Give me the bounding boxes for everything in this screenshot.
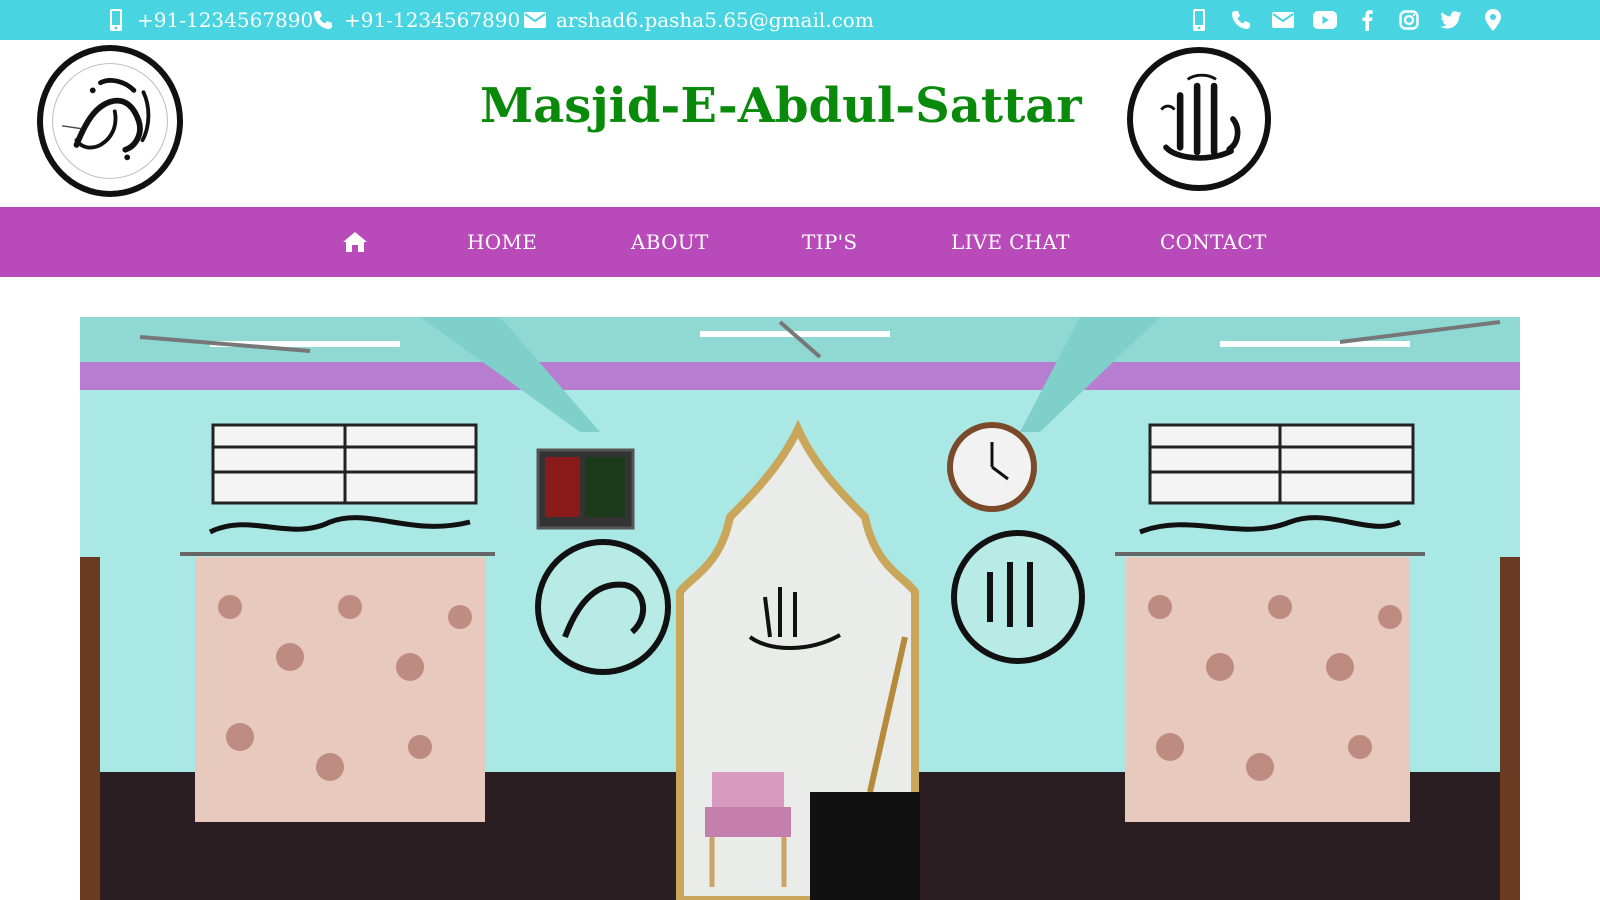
calligraphy-icon [1160, 73, 1241, 161]
contact-email[interactable]: arshad6.pasha5.65@gmail.com [524, 0, 874, 40]
facebook-icon[interactable] [1355, 8, 1379, 32]
contact-phone-1[interactable]: +91-1234567890 [105, 0, 313, 40]
envelope-icon [524, 9, 546, 31]
calligraphy-icon [52, 63, 168, 179]
phone-1-text: +91-1234567890 [137, 8, 314, 32]
nav-tips[interactable]: TIP'S [802, 207, 857, 277]
nav-home[interactable]: HOME [467, 207, 537, 277]
social-icons [1187, 0, 1505, 40]
mobile-icon[interactable] [1187, 8, 1211, 32]
phone-2-text: +91-1234567890 [344, 8, 521, 32]
allah-calligraphy-emblem [1127, 47, 1271, 191]
home-icon[interactable] [343, 207, 367, 277]
site-header: Masjid-E-Abdul-Sattar [0, 40, 1600, 207]
nav-contact[interactable]: CONTACT [1160, 207, 1267, 277]
site-title: Masjid-E-Abdul-Sattar [480, 78, 1082, 134]
email-text: arshad6.pasha5.65@gmail.com [556, 8, 874, 32]
mobile-icon [105, 9, 127, 31]
map-marker-icon[interactable] [1481, 8, 1505, 32]
envelope-icon[interactable] [1271, 8, 1295, 32]
instagram-icon[interactable] [1397, 8, 1421, 32]
main-nav: HOME ABOUT TIP'S LIVE CHAT CONTACT [0, 207, 1600, 277]
twitter-icon[interactable] [1439, 8, 1463, 32]
mosque-interior-photo [80, 317, 1520, 900]
phone-icon[interactable] [1229, 8, 1253, 32]
nav-live-chat[interactable]: LIVE CHAT [951, 207, 1070, 277]
youtube-icon[interactable] [1313, 8, 1337, 32]
phone-icon [312, 9, 334, 31]
contact-phone-2[interactable]: +91-1234567890 [312, 0, 520, 40]
contact-top-bar: +91-1234567890 +91-1234567890 arshad6.pa… [0, 0, 1600, 40]
nav-about[interactable]: ABOUT [631, 207, 709, 277]
muhammad-calligraphy-emblem [37, 45, 183, 197]
